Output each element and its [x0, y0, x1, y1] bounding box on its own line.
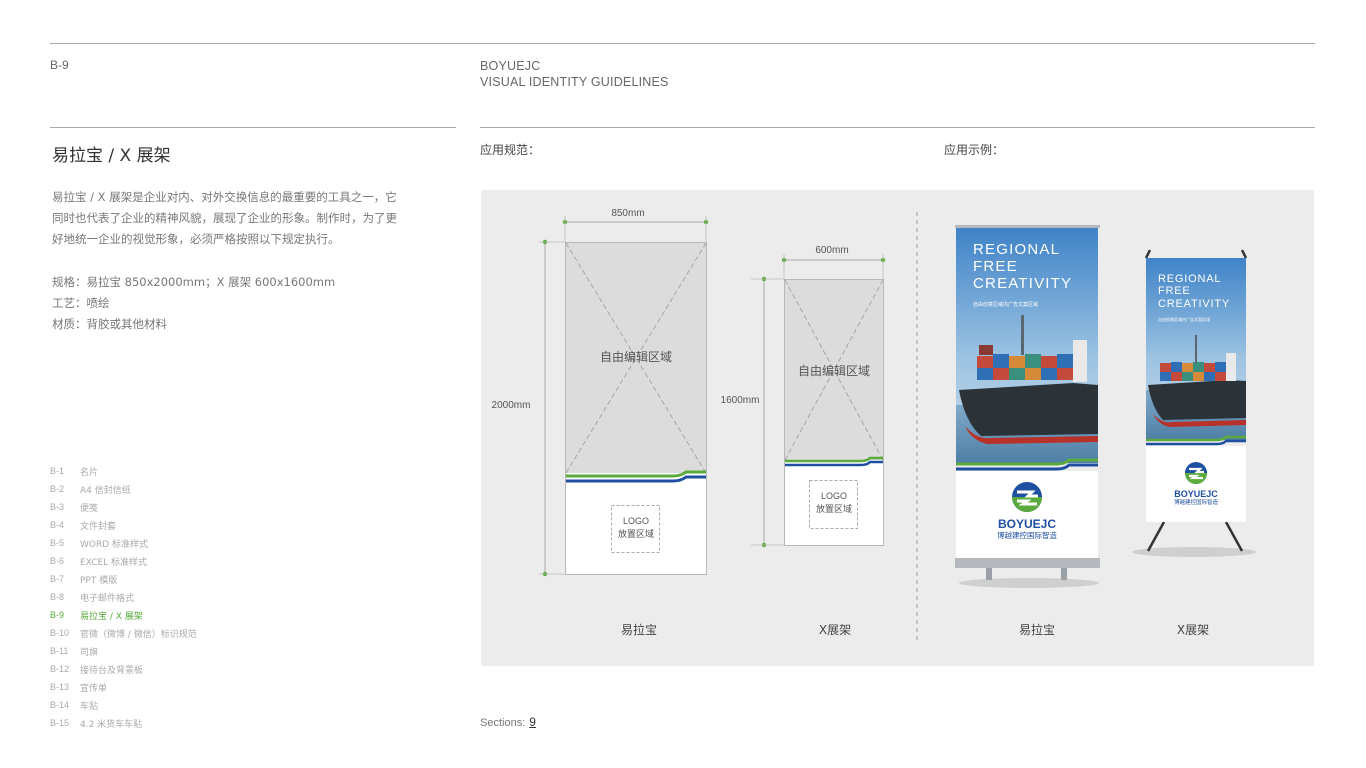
nav-item-code: B-12 [50, 664, 70, 674]
spec-list: 规格：易拉宝 850x2000mm；X 展架 600x1600mm 工艺：喷绘 … [52, 272, 335, 335]
nav-item-label: WORD 标准样式 [80, 539, 149, 550]
section-number[interactable]: 9 [529, 715, 536, 729]
nav-item-label: 接待台及背景板 [80, 665, 144, 676]
nav-item[interactable]: B-3 便笺 [50, 498, 197, 516]
nav-item[interactable]: B-12 接待台及背景板 [50, 660, 197, 678]
xstand-example: REGIONAL FREE CREATIVITY 自由创意区域内广告文案区域 B… [1132, 249, 1256, 557]
caption-xstand-example: X展架 [1176, 623, 1210, 637]
example-label: 应用示例： [944, 143, 1005, 157]
section-nav: B-1 名片 B-2 A4 信封信纸 B-3 便笺 B-4 文件封套 B-5 WORD 标准样式 B… [50, 462, 197, 732]
nav-item-label: PPT 模版 [80, 575, 118, 586]
nav-item[interactable]: B-9 易拉宝 / X 展架 [50, 606, 197, 624]
xstand-height-label: 1600mm [721, 395, 760, 406]
rollup-slogan-line1: REGIONAL [973, 241, 1060, 258]
section-title: 易拉宝 / X 展架 [52, 146, 171, 166]
nav-item-code: B-3 [50, 502, 65, 512]
nav-item-label: 名片 [80, 467, 99, 478]
nav-item[interactable]: B-4 文件封套 [50, 516, 197, 534]
nav-item-label: 易拉宝 / X 展架 [80, 611, 143, 622]
nav-item-label: 4.2 米货车车贴 [80, 719, 143, 730]
caption-rollup: 易拉宝 [620, 623, 658, 637]
sections-label: Sections: [480, 717, 526, 729]
nav-item[interactable]: B-14 车贴 [50, 696, 197, 714]
caption-xstand: X展架 [818, 623, 852, 637]
nav-item-label: A4 信封信纸 [80, 485, 131, 496]
sections-footer: Sections: 9 [480, 715, 536, 729]
rollup-slogan-line3: CREATIVITY [973, 275, 1072, 292]
nav-item-label: 车贴 [80, 701, 99, 712]
nav-item-code: B-11 [50, 646, 69, 656]
nav-item-label: EXCEL 标准样式 [80, 557, 148, 568]
rollup-brand-logo-icon [1012, 482, 1042, 512]
banner-diagram: 850mm 2000mm 自由编辑区域 LOGO 放置区域 600mm 1600… [492, 208, 1256, 642]
spec-material: 材质：背胶或其他材料 [52, 317, 167, 331]
nav-item[interactable]: B-11 司旗 [50, 642, 197, 660]
xstand-logo-wordmark: BOYUEJC [1174, 489, 1218, 499]
page-code: B-9 [50, 58, 69, 72]
nav-item-code: B-8 [50, 592, 65, 602]
nav-item-label: 便笺 [80, 503, 99, 514]
xstand-slogan-line1: REGIONAL [1158, 273, 1221, 285]
nav-item-label: 宣传单 [80, 683, 108, 694]
brand-subtitle: VISUAL IDENTITY GUIDELINES [480, 75, 669, 89]
nav-item-label: 电子邮件格式 [80, 593, 135, 604]
rollup-height-label: 2000mm [492, 400, 531, 411]
brand-header: BOYUEJC VISUAL IDENTITY GUIDELINES [480, 58, 669, 90]
left-rule [50, 127, 456, 128]
nav-item-label: 官微（微博 / 微信）标识规范 [80, 629, 197, 640]
rollup-edit-area-label: 自由编辑区域 [600, 349, 672, 364]
nav-item-code: B-15 [50, 718, 70, 728]
xstand-width-label: 600mm [815, 245, 848, 256]
right-rule [480, 127, 1315, 128]
nav-item-code: B-5 [50, 538, 65, 548]
nav-item[interactable]: B-2 A4 信封信纸 [50, 480, 197, 498]
nav-item-code: B-9 [50, 610, 65, 620]
rollup-slogan-line2: FREE [973, 258, 1018, 275]
rollup-logo-label: LOGO [623, 516, 649, 526]
xstand-logo-area-label: 放置区域 [816, 503, 852, 515]
nav-item[interactable]: B-10 官微（微博 / 微信）标识规范 [50, 624, 197, 642]
xstand-slogan-line2: FREE [1158, 285, 1191, 297]
nav-item-code: B-10 [50, 628, 70, 638]
rollup-logo-cn: 博越建控国际智造 [997, 530, 1057, 540]
xstand-logo-label: LOGO [821, 491, 847, 501]
rollup-example: REGIONAL FREE CREATIVITY 自由创意区域内广告文案区域 B… [955, 225, 1100, 588]
nav-item-code: B-14 [50, 700, 70, 710]
spec-size: 规格：易拉宝 850x2000mm；X 展架 600x1600mm [52, 275, 336, 289]
nav-item-code: B-6 [50, 556, 65, 566]
nav-item[interactable]: B-1 名片 [50, 462, 197, 480]
rollup-width-label: 850mm [611, 208, 644, 219]
nav-item-label: 司旗 [80, 647, 99, 658]
application-panel: 850mm 2000mm 自由编辑区域 LOGO 放置区域 600mm 1600… [481, 190, 1314, 666]
rollup-spec: 850mm 2000mm 自由编辑区域 LOGO 放置区域 [492, 208, 709, 577]
xstand-brand-logo-icon [1185, 462, 1207, 484]
nav-item[interactable]: B-13 宣传单 [50, 678, 197, 696]
xstand-logo-cn: 博越建控国际智造 [1174, 498, 1219, 506]
nav-item[interactable]: B-5 WORD 标准样式 [50, 534, 197, 552]
top-rule [50, 43, 1315, 44]
rollup-logo-area-label: 放置区域 [618, 528, 654, 540]
xstand-tagline: 自由创意区域内广告文案区域 [1158, 316, 1210, 322]
nav-item[interactable]: B-15 4.2 米货车车贴 [50, 714, 197, 732]
nav-item-code: B-13 [50, 682, 70, 692]
nav-item-code: B-1 [50, 466, 65, 476]
caption-rollup-example: 易拉宝 [1018, 623, 1056, 637]
xstand-edit-area-label: 自由编辑区域 [798, 363, 870, 378]
brand-name: BOYUEJC [480, 59, 541, 73]
nav-item[interactable]: B-8 电子邮件格式 [50, 588, 197, 606]
nav-item-label: 文件封套 [80, 521, 117, 532]
nav-item-code: B-2 [50, 484, 65, 494]
xstand-spec: 600mm 1600mm 自由编辑区域 LOGO 放置区域 [721, 245, 886, 548]
rollup-logo-wordmark: BOYUEJC [998, 517, 1056, 531]
nav-item-code: B-4 [50, 520, 65, 530]
nav-item[interactable]: B-6 EXCEL 标准样式 [50, 552, 197, 570]
section-intro: 易拉宝 / X 展架是企业对内、对外交换信息的最重要的工具之一，它同时也代表了企… [52, 190, 397, 246]
spec-process: 工艺：喷绘 [52, 296, 110, 310]
xstand-slogan-line3: CREATIVITY [1158, 298, 1230, 310]
nav-item-code: B-7 [50, 574, 65, 584]
spec-label: 应用规范： [480, 143, 541, 157]
rollup-tagline: 自由创意区域内广告文案区域 [973, 301, 1038, 308]
nav-item[interactable]: B-7 PPT 模版 [50, 570, 197, 588]
